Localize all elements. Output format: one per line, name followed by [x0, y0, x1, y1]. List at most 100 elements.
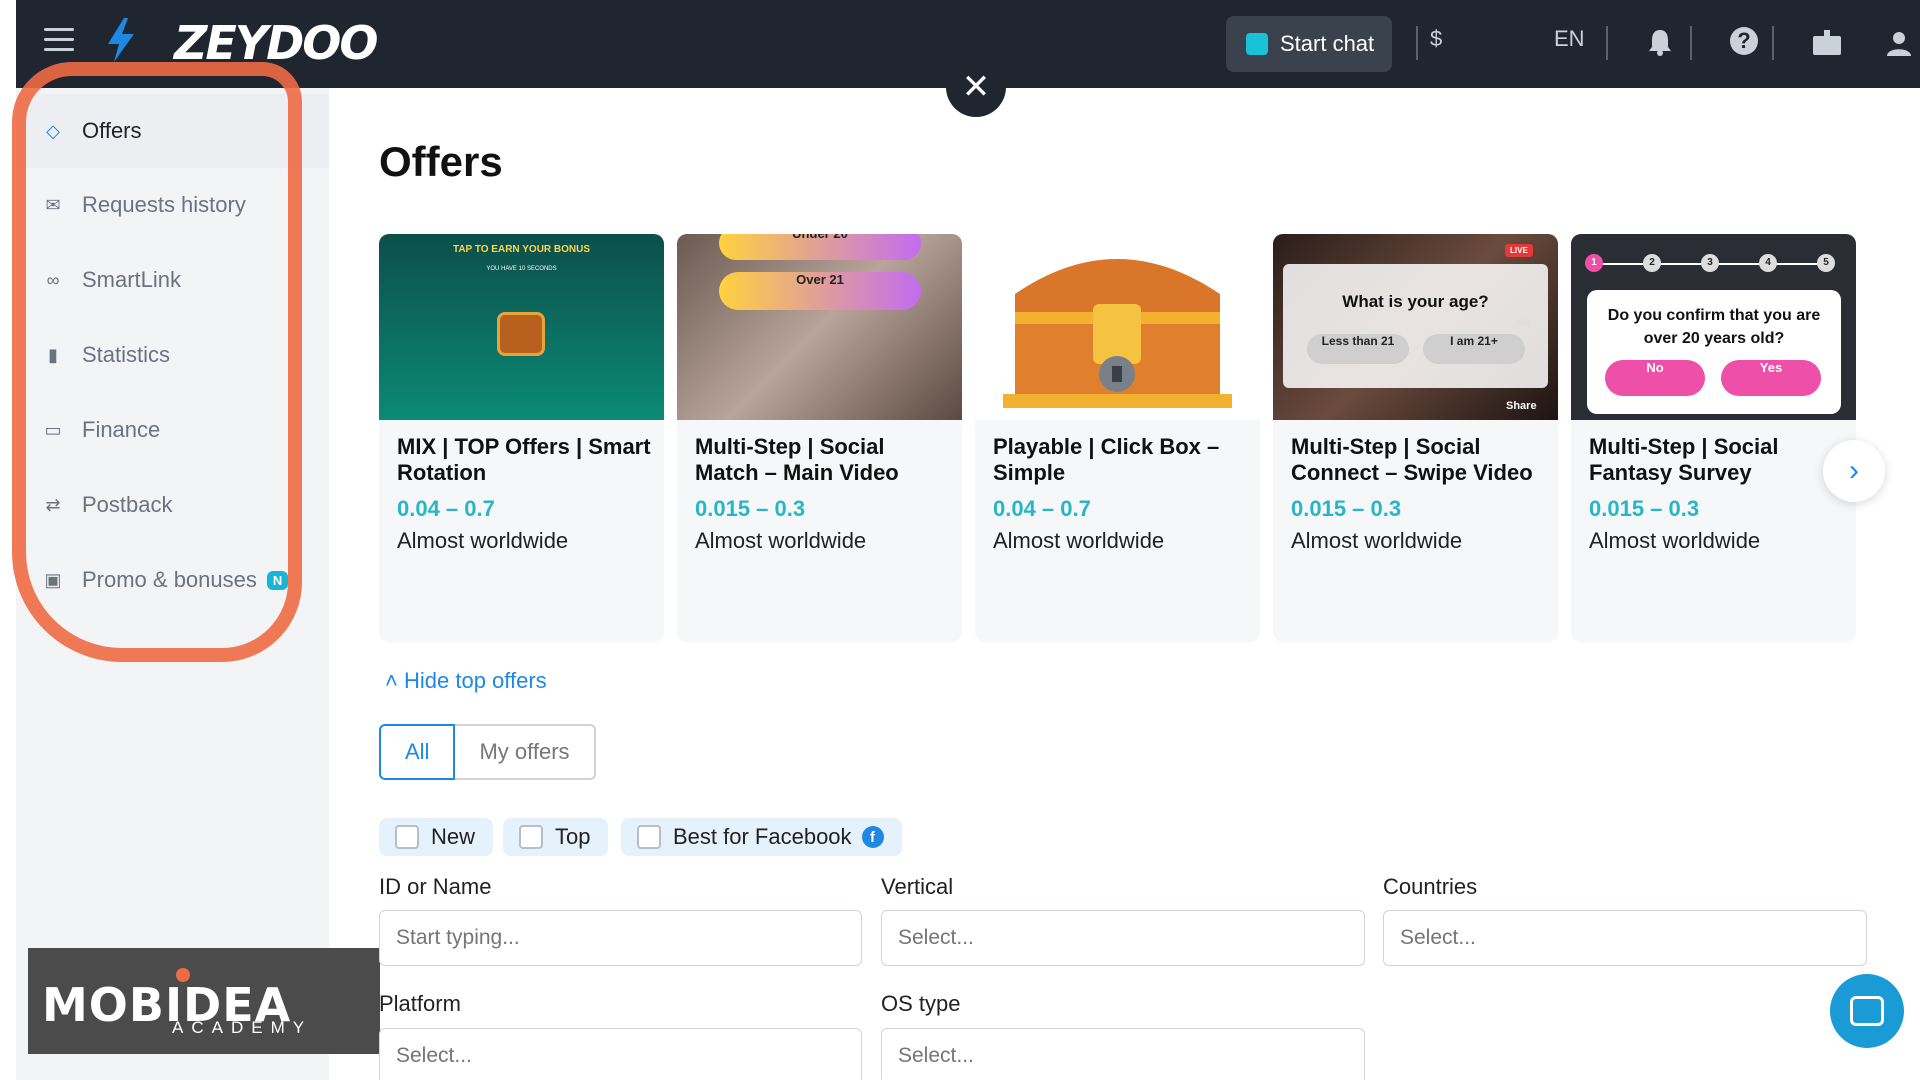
offer-title: Multi-Step | Social Connect – Swipe Vide… — [1291, 434, 1533, 485]
filter-chip-new[interactable]: New — [379, 818, 494, 856]
vertical-label: Vertical — [881, 874, 954, 899]
sidebar-item-label: Finance — [82, 417, 161, 442]
bar-chart-icon: ▮ — [48, 344, 58, 365]
logo[interactable]: ZEYDOO — [174, 16, 378, 70]
tag-icon: ◇ — [46, 120, 60, 141]
page-title: Offers — [379, 138, 503, 185]
chat-icon — [1246, 33, 1268, 55]
step-dot: 2 — [1643, 254, 1661, 272]
sidebar-item-postback[interactable]: ⇄ Postback — [16, 468, 329, 542]
offer-geo: Almost worldwide — [1589, 528, 1761, 553]
offer-geo: Almost worldwide — [1291, 528, 1463, 553]
start-chat-label: Start chat — [1280, 31, 1375, 56]
vertical-select[interactable] — [881, 910, 1365, 966]
facebook-icon: f — [861, 826, 884, 848]
language-selector[interactable]: EN — [1554, 26, 1585, 52]
option-button: I am 21+ — [1423, 334, 1525, 364]
countries-label: Countries — [1383, 874, 1478, 899]
step-dot: 1 — [1585, 254, 1603, 272]
sidebar-item-label: Statistics — [82, 342, 171, 367]
thumb-subtext: YOU HAVE 10 SECONDS — [486, 266, 557, 272]
offer-card[interactable]: Under 20 Over 21 Multi-Step | Social Mat… — [677, 234, 962, 642]
question-text: Do you confirm that you are over 20 year… — [1607, 307, 1821, 347]
os-type-label: OS type — [881, 991, 961, 1016]
close-button[interactable]: ✕ — [946, 57, 1006, 117]
offer-card[interactable]: Playable | Click Box – Simple 0.04 – 0.7… — [975, 234, 1260, 642]
sidebar-item-requests-history[interactable]: ✉ Requests history — [16, 168, 329, 242]
sidebar-item-smartlink[interactable]: ∞ SmartLink — [16, 243, 329, 317]
os-type-select[interactable] — [881, 1028, 1365, 1080]
sidebar-item-finance[interactable]: ▭ Finance — [16, 393, 329, 467]
chat-widget-button[interactable] — [1830, 974, 1904, 1048]
sidebar-item-promo-bonuses[interactable]: ▣ Promo & bonuses N — [16, 543, 329, 617]
sidebar-item-label: Postback — [82, 492, 173, 517]
tab-all[interactable]: All — [379, 724, 456, 780]
chip-label: Best for Facebook — [673, 824, 852, 849]
checkbox[interactable] — [637, 825, 661, 849]
swap-icon: ⇄ — [45, 494, 61, 515]
start-chat-button[interactable]: Start chat — [1226, 16, 1392, 72]
offer-geo: Almost worldwide — [993, 528, 1165, 553]
offer-thumbnail — [975, 234, 1260, 420]
hide-top-offers-label: Hide top offers — [403, 668, 547, 693]
option-pill: Over 21 — [719, 272, 921, 310]
offer-card[interactable]: 1 2 3 4 5 Do you confirm that you are over 2… — [1571, 234, 1856, 642]
offer-card[interactable]: LIVE What is your age? Less than 21 I am… — [1273, 234, 1558, 642]
offer-title: Playable | Click Box – Simple — [993, 434, 1220, 485]
chip-label: Top — [555, 824, 591, 849]
help-icon[interactable]: ? — [1730, 27, 1758, 55]
countries-select[interactable] — [1383, 910, 1867, 966]
tab-my-offers[interactable]: My offers — [455, 724, 596, 780]
divider — [1690, 26, 1692, 60]
platform-select[interactable] — [379, 1028, 862, 1080]
user-icon[interactable] — [1886, 30, 1912, 56]
step-dot: 5 — [1817, 254, 1835, 272]
sidebar-item-offers[interactable]: ◇ Offers — [16, 94, 329, 168]
sidebar-item-statistics[interactable]: ▮ Statistics — [16, 318, 329, 392]
sidebar-item-label: Promo & bonuses — [82, 567, 257, 592]
offer-price: 0.04 – 0.7 — [397, 496, 495, 521]
offer-geo: Almost worldwide — [695, 528, 867, 553]
gift-icon: ▣ — [44, 569, 62, 590]
id-name-input[interactable] — [379, 910, 862, 966]
hide-top-offers-link[interactable]: ˄ Hide top offers — [385, 668, 547, 694]
sidebar-item-label: Requests history — [82, 192, 246, 217]
menu-icon[interactable] — [44, 28, 74, 52]
chest-image — [497, 312, 545, 356]
step-dot: 4 — [1759, 254, 1777, 272]
bolt-icon — [108, 18, 134, 62]
like-count: 643 — [1515, 318, 1531, 328]
chat-icon — [1850, 996, 1884, 1026]
offer-card[interactable]: TAP TO EARN YOUR BONUS YOU HAVE 10 SECON… — [379, 234, 664, 642]
link-icon: ∞ — [46, 269, 60, 290]
checkbox[interactable] — [395, 825, 419, 849]
sidebar: ◇ Offers ✉ Requests history ∞ SmartLink … — [16, 88, 329, 1080]
thumb-text: TAP TO EARN YOUR BONUS — [452, 244, 591, 255]
chevron-up-icon: ˄ — [385, 668, 398, 693]
yes-button: Yes — [1721, 360, 1821, 396]
offer-thumbnail: TAP TO EARN YOUR BONUS YOU HAVE 10 SECON… — [379, 234, 664, 420]
treasure-chest-image — [1003, 259, 1232, 408]
bell-icon[interactable] — [1648, 28, 1672, 56]
checkbox[interactable] — [519, 825, 543, 849]
offer-price: 0.015 – 0.3 — [695, 496, 806, 521]
sidebar-item-label: SmartLink — [82, 267, 182, 292]
divider — [1772, 26, 1774, 60]
live-badge: LIVE — [1505, 244, 1533, 257]
gift-icon[interactable] — [1812, 28, 1842, 56]
filter-chip-best-for-facebook[interactable]: Best for Facebook f — [621, 818, 902, 856]
divider — [1416, 26, 1418, 60]
sidebar-item-label: Offers — [82, 118, 142, 143]
share-label: Share — [1506, 400, 1537, 412]
balance[interactable]: $ — [1430, 26, 1442, 52]
card-icon: ▭ — [44, 419, 62, 440]
question-panel: What is your age? Less than 21 I am 21+ — [1283, 264, 1548, 388]
chevron-right-icon[interactable]: › — [1823, 440, 1885, 502]
question-panel: Do you confirm that you are over 20 year… — [1587, 290, 1841, 414]
offer-price: 0.015 – 0.3 — [1589, 496, 1700, 521]
new-badge: N — [266, 570, 289, 590]
filter-chip-top[interactable]: Top — [503, 818, 609, 856]
question-text: What is your age? — [1342, 292, 1489, 311]
watermark-subtitle: ACADEMY — [172, 1018, 313, 1037]
platform-label: Platform — [379, 991, 461, 1016]
